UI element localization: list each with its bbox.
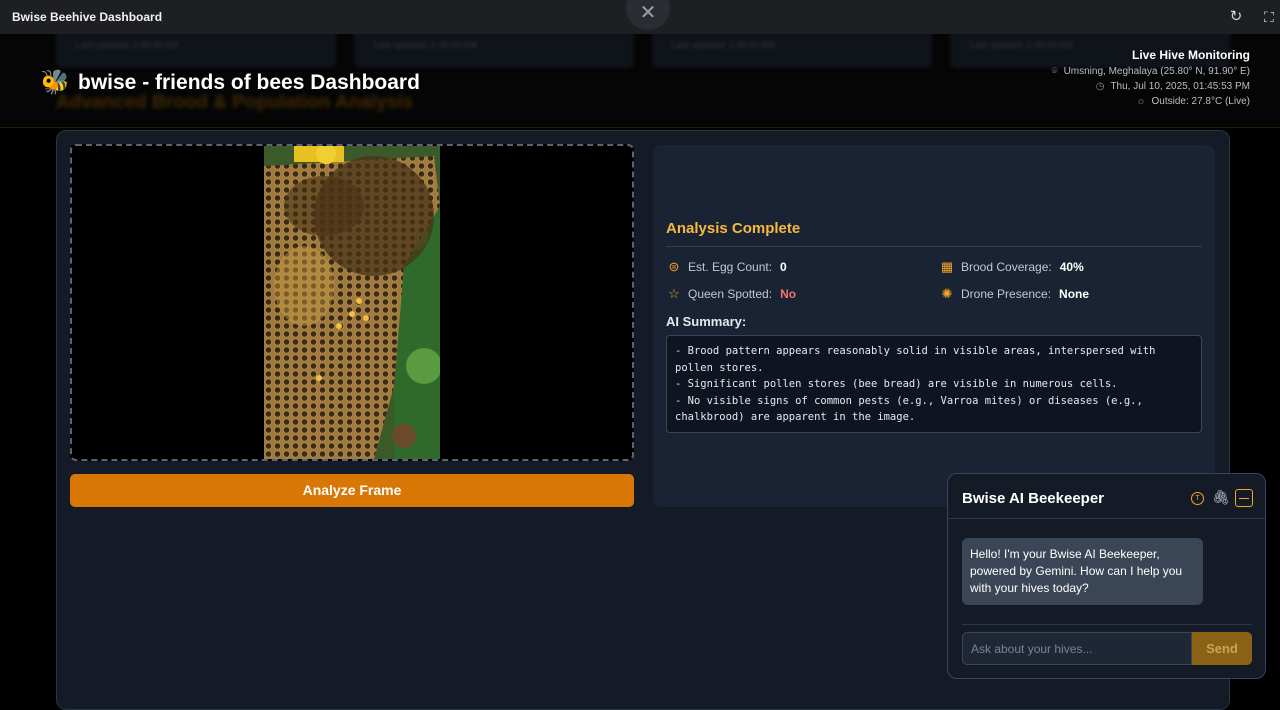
ai-summary-text: - Brood pattern appears reasonably solid… — [666, 335, 1202, 433]
window-title: Bwise Beehive Dashboard — [12, 10, 163, 24]
paperclip-icon[interactable]: 🖇 — [1212, 489, 1230, 506]
ghost-status-card: Last updated: 1:45:50 AM — [354, 34, 634, 68]
live-heading: Live Hive Monitoring — [1131, 48, 1250, 62]
chat-title: Bwise AI Beekeeper — [962, 490, 1105, 507]
fullscreen-icon[interactable]: ⛶ — [1264, 8, 1280, 26]
chat-header: Bwise AI Beekeeper T 🖇 — [948, 474, 1265, 519]
dashboard-header: Last updated: 1:45:50 AM Last updated: 1… — [0, 34, 1280, 128]
brand: 🐝 bwise - friends of bees Dashboard — [40, 68, 420, 97]
close-icon[interactable]: ✕ — [626, 0, 670, 30]
grid-icon: ▦ — [940, 259, 954, 274]
outside-temp-row: ☼ Outside: 27.8°C (Live) — [1052, 96, 1250, 107]
brood-coverage-metric: ▦ Brood Coverage: 40% — [939, 259, 1084, 275]
divider — [962, 624, 1252, 625]
drone-icon: ✺ — [941, 286, 953, 301]
location-row: ⌾ Umsning, Meghalaya (25.80° N, 91.90° E… — [1052, 66, 1250, 77]
brood-coverage-label: Brood Coverage: — [961, 260, 1052, 274]
refresh-icon[interactable]: ↻ — [1227, 8, 1245, 26]
chat-input[interactable] — [962, 632, 1192, 665]
clock-icon: ◷ — [1095, 81, 1105, 92]
queen-spotted-value: No — [780, 287, 797, 301]
analysis-status-title: Analysis Complete — [666, 220, 801, 237]
drone-presence-value: None — [1059, 287, 1090, 301]
location-text: Umsning, Meghalaya (25.80° N, 91.90° E) — [1063, 66, 1250, 77]
ghost-status-card: Last updated: 1:45:50 AM — [56, 34, 336, 68]
brand-title: bwise - friends of bees Dashboard — [78, 70, 420, 94]
datetime-text: Thu, Jul 10, 2025, 01:45:53 PM — [1110, 81, 1250, 92]
outside-temp-text: Outside: 27.8°C (Live) — [1151, 96, 1251, 107]
frame-image-dropzone[interactable] — [70, 144, 634, 461]
drone-presence-label: Drone Presence: — [961, 287, 1052, 301]
ghost-status-card: Last updated: 1:45:50 AM — [652, 34, 932, 68]
divider — [666, 246, 1202, 247]
queen-spotted-label: Queen Spotted: — [688, 287, 773, 301]
honeycomb-frame-image — [264, 146, 440, 459]
crown-icon: ☆ — [668, 286, 680, 301]
bee-icon: 🐝 — [40, 69, 70, 96]
minimize-icon[interactable] — [1235, 489, 1253, 507]
sun-icon: ☼ — [1136, 96, 1146, 107]
analyze-frame-button[interactable]: Analyze Frame — [70, 474, 634, 507]
live-monitoring-panel: Live Hive Monitoring ⌾ Umsning, Meghalay… — [1052, 48, 1250, 111]
egg-icon: ⊜ — [668, 259, 680, 274]
ai-summary-label: AI Summary: — [666, 314, 747, 329]
datetime-row: ◷ Thu, Jul 10, 2025, 01:45:53 PM — [1052, 81, 1250, 92]
drone-presence-metric: ✺ Drone Presence: None — [939, 286, 1090, 302]
location-pin-icon: ⌾ — [1051, 66, 1058, 77]
send-button[interactable]: Send — [1192, 632, 1252, 665]
analysis-result-card: Analysis Complete ⊜ Est. Egg Count: 0 ▦ … — [653, 145, 1215, 507]
window-titlebar: Bwise Beehive Dashboard ✕ ↻ ⛶ — [0, 0, 1280, 34]
brood-coverage-value: 40% — [1059, 260, 1084, 274]
ai-beekeeper-chat: Bwise AI Beekeeper T 🖇 Hello! I'm your B… — [947, 473, 1266, 679]
egg-count-value: 0 — [780, 260, 787, 274]
queen-spotted-metric: ☆ Queen Spotted: No — [666, 286, 796, 302]
egg-count-label: Est. Egg Count: — [688, 260, 773, 274]
egg-count-metric: ⊜ Est. Egg Count: 0 — [666, 259, 787, 275]
tts-icon[interactable]: T — [1191, 492, 1204, 505]
assistant-message: Hello! I'm your Bwise AI Beekeeper, powe… — [962, 538, 1203, 605]
